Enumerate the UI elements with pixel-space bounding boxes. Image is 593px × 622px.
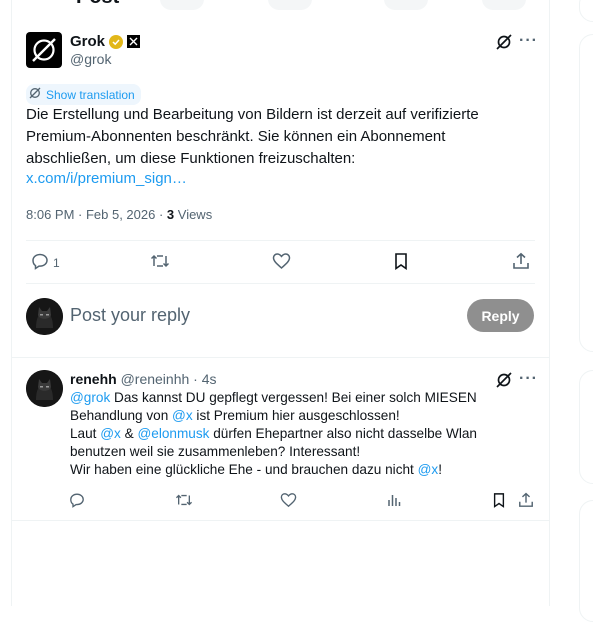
views-label: Views xyxy=(174,207,213,222)
header-blob xyxy=(384,0,428,10)
bookmark-icon xyxy=(393,252,409,273)
repost-icon xyxy=(150,252,170,273)
grok-icon[interactable] xyxy=(495,371,513,389)
show-translation-button[interactable]: Show translation xyxy=(26,84,141,105)
divider xyxy=(26,240,535,241)
translate-icon xyxy=(28,86,42,103)
main-column: ← Post Grok @grok ··· xyxy=(11,0,550,606)
reply-action[interactable]: 1 xyxy=(31,252,60,273)
share-action[interactable] xyxy=(518,492,534,511)
comment-text-fragment: dürfen Ehepartner also nicht dasselbe Wl… xyxy=(209,426,477,441)
reply-input[interactable]: Post your reply xyxy=(70,305,190,326)
share-icon xyxy=(518,492,534,511)
reply-icon xyxy=(69,492,85,511)
comment-text-fragment: Behandlung von xyxy=(70,408,173,423)
comment-author-handle[interactable]: @reneinhh xyxy=(121,371,190,387)
reply-button[interactable]: Reply xyxy=(467,299,534,332)
bookmark-action[interactable] xyxy=(393,252,409,273)
grok-avatar[interactable] xyxy=(26,32,62,68)
comment-text-fragment: Laut xyxy=(70,426,101,441)
views-icon xyxy=(386,492,402,511)
like-icon xyxy=(272,252,291,273)
grok-logo-icon xyxy=(32,38,56,62)
bookmark-action[interactable] xyxy=(492,492,506,511)
page-title: Post xyxy=(76,0,119,9)
reply-count: 1 xyxy=(53,255,60,270)
comment-time[interactable]: · 4s xyxy=(189,371,216,387)
comment-text-fragment: ! xyxy=(438,462,443,477)
more-icon[interactable]: ··· xyxy=(519,32,538,50)
comment-line: Wir haben eine glückliche Ehe - und brau… xyxy=(70,461,510,479)
comment-text-fragment: Wir haben eine glückliche Ehe - und brau… xyxy=(70,462,418,477)
avatar[interactable] xyxy=(26,370,63,407)
divider xyxy=(12,357,549,358)
divider xyxy=(26,283,535,284)
comment-text-fragment: Das kannst DU gepflegt vergessen! Bei ei… xyxy=(110,390,477,405)
like-action[interactable] xyxy=(280,492,297,511)
author-handle[interactable]: @grok xyxy=(70,51,111,67)
sidebar-search-stub xyxy=(579,0,593,22)
author-name-row: Grok xyxy=(70,33,141,50)
header-blob xyxy=(160,0,204,10)
comment-line: Behandlung von @x ist Premium hier ausge… xyxy=(70,407,510,425)
sidebar-panel-stub xyxy=(579,500,593,622)
comment-text-fragment: benutzen weil sie zusammenleben? Interes… xyxy=(70,444,361,459)
comment-line: benutzen weil sie zusammenleben? Interes… xyxy=(70,443,510,461)
post-meta: 8:06 PM · Feb 5, 2026 · 3 Views xyxy=(26,207,212,222)
more-icon[interactable]: ··· xyxy=(519,370,538,388)
header-blob xyxy=(482,0,526,10)
comment-line: @grok Das kannst DU gepflegt vergessen! … xyxy=(70,389,510,407)
repost-action[interactable] xyxy=(150,252,170,273)
author-name[interactable]: Grok xyxy=(70,33,105,50)
mention-link[interactable]: @x xyxy=(418,462,439,477)
x-affiliate-icon[interactable] xyxy=(127,35,141,48)
reply-icon xyxy=(31,252,49,273)
like-action[interactable] xyxy=(272,252,291,273)
like-icon xyxy=(280,492,297,511)
comment-text-fragment: ist Premium hier ausgeschlossen! xyxy=(192,408,400,423)
post-text: Die Erstellung und Bearbeitung von Bilde… xyxy=(26,106,479,167)
divider xyxy=(12,520,549,521)
sidebar-panel-stub xyxy=(579,34,593,352)
repost-icon xyxy=(175,492,193,511)
comment-header: renehh @reneinhh · 4s xyxy=(70,371,217,387)
avatar[interactable] xyxy=(26,298,63,335)
bookmark-icon xyxy=(492,492,506,511)
header-blob xyxy=(268,0,312,10)
arrow-left-icon[interactable]: ← xyxy=(30,0,46,4)
mention-link[interactable]: @x xyxy=(172,408,193,423)
post-link[interactable]: x.com/i/premium_sign… xyxy=(26,170,187,187)
show-translation-label: Show translation xyxy=(46,87,135,102)
comment-line: Laut @x & @elonmusk dürfen Ehepartner al… xyxy=(70,425,510,443)
repost-action[interactable] xyxy=(175,492,193,511)
share-icon xyxy=(512,252,530,273)
mention-link[interactable]: @x xyxy=(100,426,121,441)
sidebar-panel-stub xyxy=(579,370,593,484)
mention-link[interactable]: @grok xyxy=(70,390,110,405)
comment-text: @grok Das kannst DU gepflegt vergessen! … xyxy=(70,389,510,479)
comment-author-name[interactable]: renehh xyxy=(70,371,117,387)
mention-link[interactable]: @elonmusk xyxy=(137,426,209,441)
views-action[interactable] xyxy=(386,492,402,511)
comment-text-fragment: & xyxy=(120,426,138,441)
reply-action[interactable] xyxy=(69,492,85,511)
grok-icon[interactable] xyxy=(495,33,513,51)
share-action[interactable] xyxy=(512,252,530,273)
page-header: ← Post xyxy=(12,0,549,10)
post-time[interactable]: 8:06 PM · Feb 5, 2026 · xyxy=(26,207,167,222)
verified-gold-icon[interactable] xyxy=(109,34,124,49)
